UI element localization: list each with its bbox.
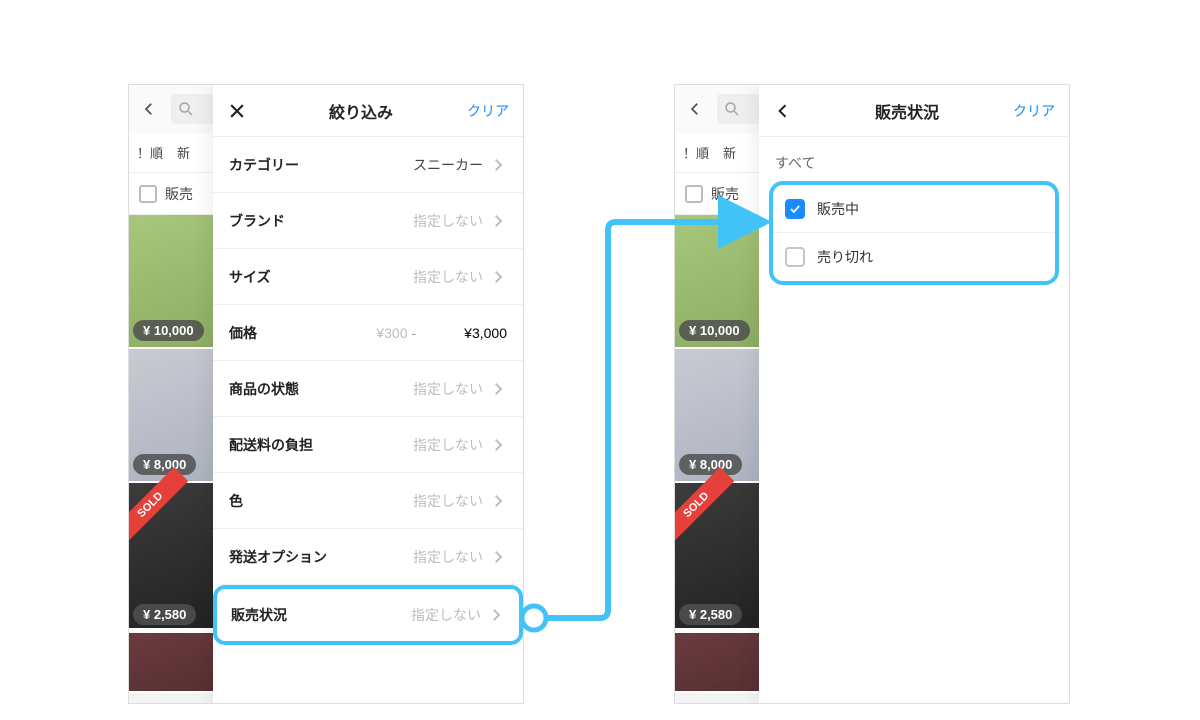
phone-screenshot-left: ！順 新 販売 ¥ 10,000 ¥ 8,000 SOLD ¥ 2,580 MA… [128,84,524,704]
filter-row-category[interactable]: カテゴリー スニーカー [213,137,523,193]
price-to: ¥3,000 [464,325,507,341]
option-on-sale[interactable]: 販売中 [773,185,1055,233]
filter-row-label: 色 [229,491,413,511]
checkbox-onsale[interactable] [685,185,703,203]
price-badge: ¥ 8,000 [133,454,196,475]
back-icon[interactable] [135,95,163,123]
option-all[interactable]: すべて [759,137,1069,183]
chevron-right-icon [489,436,507,454]
filter-row-value: 指定しない [413,267,483,287]
filter-row-shipping-option[interactable]: 発送オプション 指定しない [213,529,523,585]
price-badge: ¥ 2,580 [133,604,196,625]
price-badge: ¥ 10,000 [133,320,204,341]
chevron-right-icon [489,492,507,510]
sort-option-fragment[interactable]: 新 [177,143,190,162]
option-label: 販売中 [817,199,859,219]
filter-row-label: 発送オプション [229,547,413,567]
filter-row-price[interactable]: 価格 ¥300 - ¥3,000 [213,305,523,361]
status-options-highlight: 販売中 売り切れ [769,181,1059,285]
filter-row-label: 販売状況 [231,605,411,625]
checkbox-onsale-label: 販売 [711,184,739,204]
option-sold-out[interactable]: 売り切れ [773,233,1055,281]
status-sheet: 販売状況 クリア すべて 販売中 売り切れ [759,85,1069,703]
price-badge: ¥ 8,000 [679,454,742,475]
back-icon[interactable] [681,95,709,123]
option-label: 売り切れ [817,247,873,267]
sheet-title: 絞り込み [255,99,467,123]
back-icon[interactable] [773,101,801,121]
chevron-right-icon [489,212,507,230]
filter-row-value: スニーカー [413,155,483,175]
phone-screenshot-right: ！順 新 販売 ¥ 10,000 ¥ 8,000 SOLD ¥ 2,580 MA… [674,84,1070,704]
filter-row-value: 指定しない [411,605,481,625]
filter-sheet: 絞り込み クリア カテゴリー スニーカー ブランド 指定しない サイズ 指定しな… [213,85,523,703]
sort-option-fragment[interactable]: ！順 [137,143,163,162]
clear-button[interactable]: クリア [467,101,509,121]
filter-row-value: 指定しない [413,547,483,567]
sheet-title: 販売状況 [801,99,1013,123]
filter-row-label: 配送料の負担 [229,435,413,455]
filter-row-sale-status[interactable]: 販売状況 指定しない [215,587,521,643]
filter-row-shipping[interactable]: 配送料の負担 指定しない [213,417,523,473]
checkbox-icon[interactable] [785,247,805,267]
chevron-right-icon [489,156,507,174]
filter-row-value: 指定しない [413,211,483,231]
filter-row-condition[interactable]: 商品の状態 指定しない [213,361,523,417]
filter-row-label: 価格 [229,323,376,343]
close-icon[interactable] [227,101,255,121]
filter-rows: カテゴリー スニーカー ブランド 指定しない サイズ 指定しない 価格 ¥300… [213,137,523,703]
filter-row-brand[interactable]: ブランド 指定しない [213,193,523,249]
filter-row-label: 商品の状態 [229,379,413,399]
filter-row-label: サイズ [229,267,413,287]
chevron-right-icon [489,380,507,398]
sort-option-fragment[interactable]: 新 [723,143,736,162]
filter-row-size[interactable]: サイズ 指定しない [213,249,523,305]
sort-option-fragment[interactable]: ！順 [683,143,709,162]
price-badge: ¥ 10,000 [679,320,750,341]
filter-row-label: ブランド [229,211,413,231]
price-badge: ¥ 2,580 [679,604,742,625]
filter-row-color[interactable]: 色 指定しない [213,473,523,529]
chevron-right-icon [487,606,505,624]
checkbox-onsale-label: 販売 [165,184,193,204]
checkbox-onsale[interactable] [139,185,157,203]
filter-row-value: 指定しない [413,379,483,399]
chevron-right-icon [489,268,507,286]
chevron-right-icon [489,548,507,566]
clear-button[interactable]: クリア [1013,101,1055,121]
filter-row-value: 指定しない [413,435,483,455]
filter-row-label: カテゴリー [229,155,413,175]
price-from: ¥300 [376,325,407,341]
checkbox-icon[interactable] [785,199,805,219]
filter-row-value: 指定しない [413,491,483,511]
